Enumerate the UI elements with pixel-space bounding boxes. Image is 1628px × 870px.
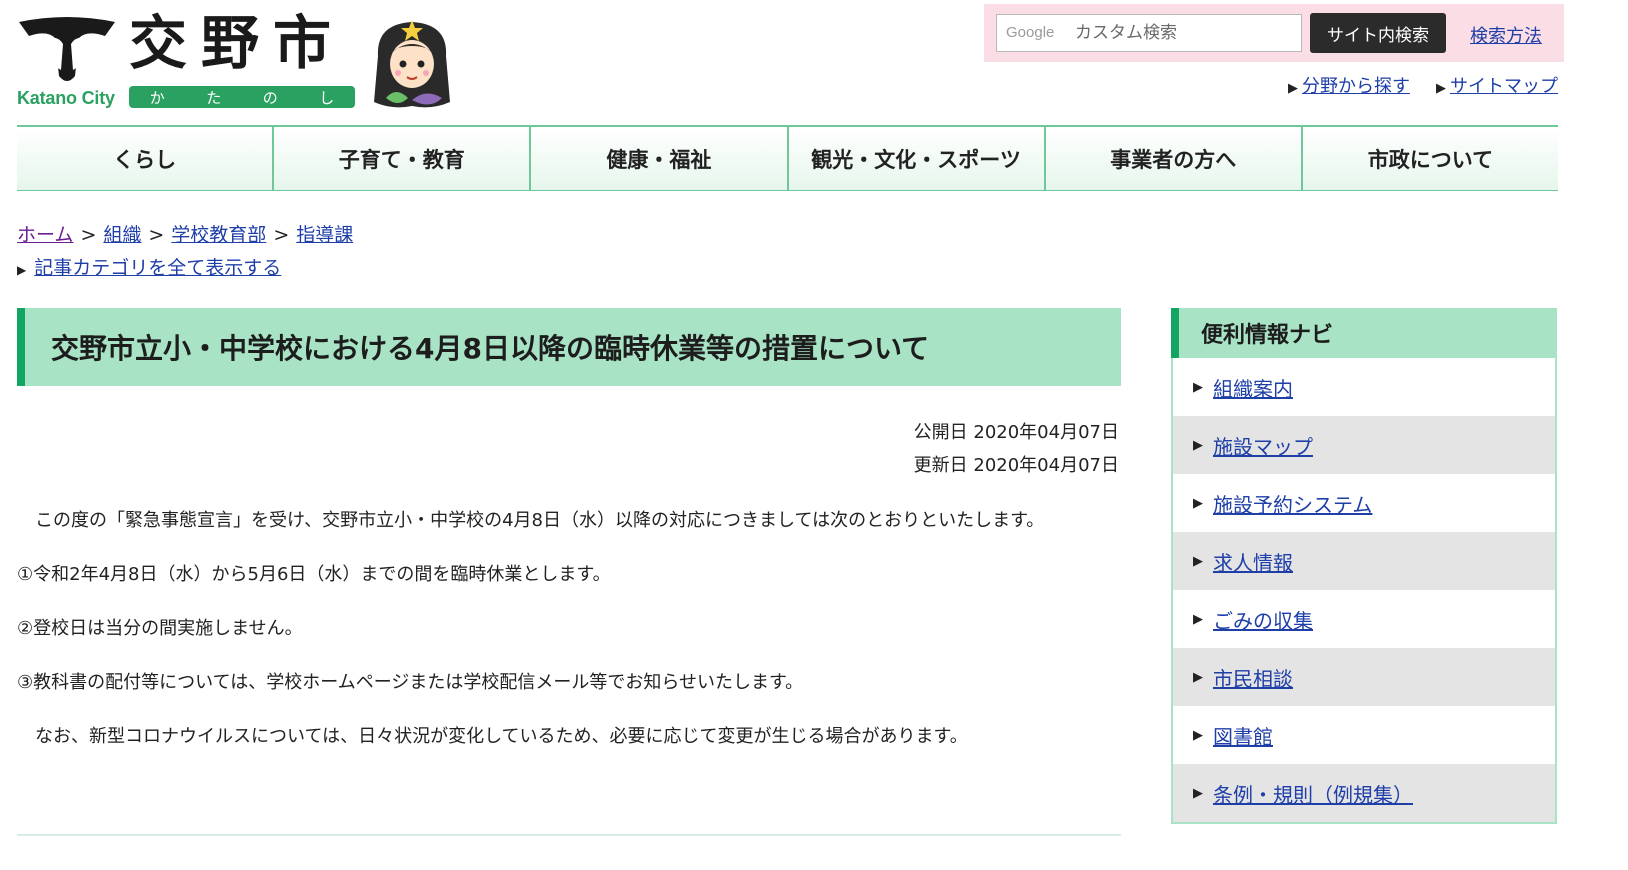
breadcrumb-soshiki[interactable]: 組織 xyxy=(103,224,141,246)
city-emblem-icon xyxy=(19,17,115,81)
gnav-item-shisei[interactable]: 市政について xyxy=(1302,127,1559,191)
convenience-info-nav: 便利情報ナビ ▶ 組織案内 ▶ 施設マップ ▶ 施設予約システム ▶ 求人情報 ▶ ごみの… xyxy=(1171,308,1557,824)
triangle-right-icon: ▶ xyxy=(1193,379,1203,395)
side-nav-list: ▶ 組織案内 ▶ 施設マップ ▶ 施設予約システム ▶ 求人情報 ▶ ごみの収集 ▶ 市民相… xyxy=(1171,358,1557,824)
triangle-right-icon: ▶ xyxy=(17,263,27,277)
side-nav-item[interactable]: ▶ ごみの収集 xyxy=(1173,590,1555,648)
article-paragraph: この度の「緊急事態宣言」を受け、交野市立小・中学校の4月8日（水）以降の対応につ… xyxy=(17,510,1045,531)
side-nav-item[interactable]: ▶ 施設予約システム xyxy=(1173,474,1555,532)
article-paragraph: ②登校日は当分の間実施しません。 xyxy=(17,618,303,639)
updated-date: 更新日 2020年04月07日 xyxy=(913,455,1119,476)
breadcrumb-separator: > xyxy=(148,224,165,246)
util-link-label[interactable]: サイトマップ xyxy=(1450,76,1558,97)
kana-char: か xyxy=(149,88,165,107)
published-date: 公開日 2020年04月07日 xyxy=(913,422,1119,443)
site-search-panel: Google サイト内検索 検索方法 xyxy=(984,4,1564,62)
global-nav: くらし 子育て・教育 健康・福祉 観光・文化・スポーツ 事業者の方へ 市政につい… xyxy=(17,125,1559,191)
gnav-item-jigyosha[interactable]: 事業者の方へ xyxy=(1045,127,1303,191)
breadcrumb-separator: > xyxy=(273,224,290,246)
side-nav-link[interactable]: 組織案内 xyxy=(1213,373,1293,402)
show-all-categories[interactable]: ▶ 記事カテゴリを全て表示する xyxy=(17,253,281,280)
site-search-button[interactable]: サイト内検索 xyxy=(1310,13,1446,53)
page-title: 交野市立小・中学校における4月8日以降の臨時休業等の措置について xyxy=(17,308,1121,386)
site-logo[interactable]: Katano City 交野市 か た の し xyxy=(17,9,457,112)
side-nav-item[interactable]: ▶ 組織案内 xyxy=(1173,358,1555,416)
triangle-right-icon: ▶ xyxy=(1193,669,1203,685)
search-help-link[interactable]: 検索方法 xyxy=(1470,22,1542,48)
article-paragraph: なお、新型コロナウイルスについては、日々状況が変化しているため、必要に応じて変更… xyxy=(17,726,968,747)
side-nav-link[interactable]: 施設予約システム xyxy=(1213,489,1372,518)
triangle-right-icon: ▶ xyxy=(1193,727,1203,743)
city-name-english: Katano City xyxy=(17,88,115,108)
breadcrumb-home[interactable]: ホーム xyxy=(17,224,73,246)
side-nav-item[interactable]: ▶ 求人情報 xyxy=(1173,532,1555,590)
side-nav-item[interactable]: ▶ 市民相談 xyxy=(1173,648,1555,706)
side-nav-item[interactable]: ▶ 条例・規則（例規集） xyxy=(1173,764,1555,822)
util-link-sitemap[interactable]: ▶ サイトマップ xyxy=(1436,72,1558,98)
side-nav-link[interactable]: ごみの収集 xyxy=(1213,605,1313,634)
kana-char: た xyxy=(206,88,222,107)
side-nav-title: 便利情報ナビ xyxy=(1171,308,1557,358)
util-link-category[interactable]: ▶ 分野から探す xyxy=(1288,72,1410,98)
gnav-item-kurashi[interactable]: くらし xyxy=(17,127,275,191)
utility-links: ▶ 分野から探す ▶ サイトマップ xyxy=(1288,72,1558,98)
show-all-categories-link[interactable]: 記事カテゴリを全て表示する xyxy=(34,257,281,279)
article-body: この度の「緊急事態宣言」を受け、交野市立小・中学校の4月8日（水）以降の対応につ… xyxy=(17,505,1121,775)
gnav-item-kosodate[interactable]: 子育て・教育 xyxy=(274,127,532,191)
mascot-character-icon xyxy=(374,20,450,108)
gnav-item-kenko[interactable]: 健康・福祉 xyxy=(531,127,789,191)
article-paragraph: ③教科書の配付等については、学校ホームページまたは学校配信メール等でお知らせいた… xyxy=(17,672,804,693)
city-kana-bar: か た の し xyxy=(129,86,355,108)
triangle-right-icon: ▶ xyxy=(1193,553,1203,569)
breadcrumb-separator: > xyxy=(80,224,97,246)
side-nav-link[interactable]: 市民相談 xyxy=(1213,663,1293,692)
breadcrumb: ホーム > 組織 > 学校教育部 > 指導課 xyxy=(17,220,353,247)
side-nav-link[interactable]: 施設マップ xyxy=(1213,431,1313,460)
triangle-right-icon: ▶ xyxy=(1193,437,1203,453)
triangle-right-icon: ▶ xyxy=(1288,81,1298,96)
city-name: 交野市 xyxy=(129,9,346,77)
side-nav-link[interactable]: 求人情報 xyxy=(1213,547,1293,576)
side-nav-item[interactable]: ▶ 施設マップ xyxy=(1173,416,1555,474)
article-dates: 公開日 2020年04月07日 更新日 2020年04月07日 xyxy=(914,416,1119,482)
triangle-right-icon: ▶ xyxy=(1193,495,1203,511)
breadcrumb-gakko-kyoiku[interactable]: 学校教育部 xyxy=(171,224,266,246)
triangle-right-icon: ▶ xyxy=(1193,611,1203,627)
breadcrumb-shido[interactable]: 指導課 xyxy=(296,224,353,246)
triangle-right-icon: ▶ xyxy=(1193,785,1203,801)
side-nav-link[interactable]: 図書館 xyxy=(1213,721,1273,750)
article-paragraph: ①令和2年4月8日（水）から5月6日（水）までの間を臨時休業とします。 xyxy=(17,564,611,585)
search-input[interactable] xyxy=(996,14,1302,52)
triangle-right-icon: ▶ xyxy=(1436,81,1446,96)
util-link-label[interactable]: 分野から探す xyxy=(1302,76,1410,97)
side-nav-link[interactable]: 条例・規則（例規集） xyxy=(1213,779,1413,808)
kana-char: の xyxy=(262,88,278,107)
kana-char: し xyxy=(319,88,335,107)
section-divider xyxy=(17,834,1121,836)
gnav-item-kanko[interactable]: 観光・文化・スポーツ xyxy=(788,127,1046,191)
side-nav-item[interactable]: ▶ 図書館 xyxy=(1173,706,1555,764)
